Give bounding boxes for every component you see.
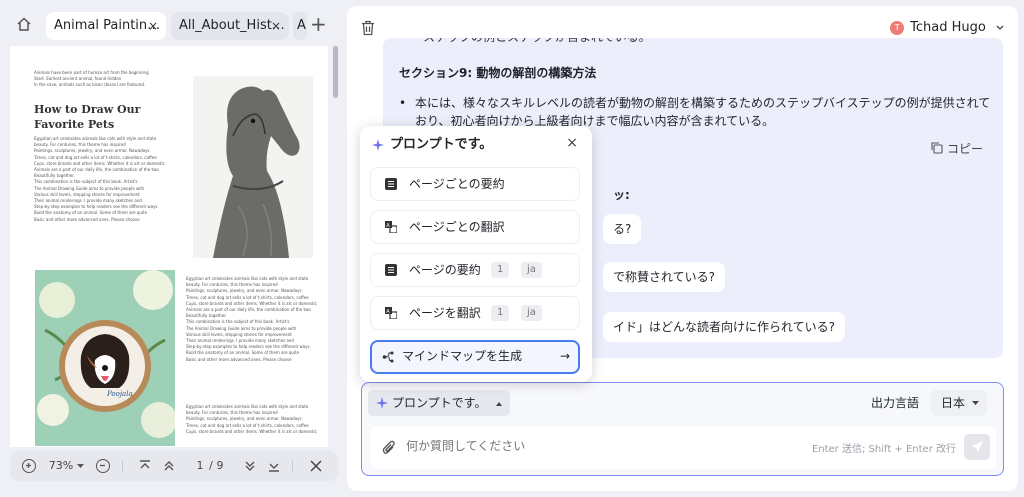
trash-icon[interactable] — [361, 20, 375, 36]
paragraph-1: Egyptian art celebrates animals like cat… — [34, 136, 165, 222]
question-input-row: Enter 送信; Shift + Enter 改行 — [370, 426, 996, 469]
translate-per-page-item[interactable]: A ページごとの翻訳 — [370, 210, 580, 244]
message-text-cut: ステップの例とステップが含まれている。 — [423, 38, 651, 46]
tab-label: Animal Paintin… — [54, 18, 161, 33]
copy-button[interactable]: コピー — [931, 140, 983, 158]
next-page-icon[interactable] — [243, 459, 257, 473]
tab-bar: Animal Paintin… × All_About_Hist… × A + — [0, 0, 340, 46]
question-input[interactable] — [406, 432, 806, 460]
prompt-popup: プロンプトです。 × ページごとの要約 A ページごとの翻訳 ページの要約 1 … — [360, 126, 592, 382]
previous-page-icon[interactable] — [162, 459, 176, 473]
popup-close-icon[interactable]: × — [566, 135, 578, 151]
tab-close-icon[interactable]: × — [271, 12, 281, 40]
translate-icon: A — [385, 307, 397, 319]
home-icon[interactable] — [16, 16, 32, 32]
zoom-out-icon[interactable] — [96, 459, 110, 473]
item-label: ページごとの要約 — [409, 177, 505, 191]
item-label: ページを翻訳 — [409, 306, 481, 320]
dog-sketch-image — [193, 76, 313, 258]
suggested-question[interactable]: る? — [603, 214, 642, 244]
embroidery-text: Poojala — [106, 390, 133, 398]
send-button[interactable] — [964, 434, 990, 460]
page-number-chip[interactable]: 1 — [491, 262, 510, 278]
intro-text: Animals have been part of human art from… — [34, 70, 149, 88]
svg-text:A: A — [386, 223, 390, 229]
tab-all-about-history[interactable]: All_About_Hist… × — [171, 12, 289, 40]
item-label: ページの要約 — [409, 263, 481, 277]
tab-label: All_About_Hist… — [179, 18, 285, 33]
tab-label: A — [297, 18, 306, 33]
paragraph-2: Egyptian art celebrates animals like cat… — [186, 276, 317, 362]
chat-input-area: プロンプトです。 出力言語 日本 Enter 送信; Shift + Enter… — [361, 382, 1004, 476]
tab-close-icon[interactable]: × — [148, 12, 158, 40]
vertical-scrollbar[interactable] — [333, 46, 338, 98]
summarize-page-item[interactable]: ページの要約 1 ja — [370, 253, 580, 287]
output-language-label: 出力言語 — [870, 396, 919, 410]
language-value: 日本 — [940, 396, 965, 410]
sparkle-icon — [372, 139, 384, 151]
translate-icon: A — [385, 221, 397, 233]
mindmap-icon — [382, 351, 394, 363]
paperclip-icon[interactable] — [382, 440, 396, 456]
embroidery-dog-image: Poojala — [35, 270, 177, 446]
translate-page-item[interactable]: A ページを翻訳 1 ja — [370, 296, 580, 330]
chevron-down-icon — [996, 25, 1004, 30]
pdf-viewer-panel: Animal Paintin… × All_About_Hist… × A + … — [0, 0, 340, 497]
prompt-button-label: プロンプトです。 — [392, 396, 487, 410]
user-menu[interactable]: T Tchad Hugo — [890, 18, 1004, 38]
page-total: 9 — [216, 459, 224, 472]
pdf-toolbar: 73% 1 / 9 — [10, 451, 338, 481]
copy-icon — [931, 142, 943, 154]
tab-animal-painting[interactable]: Animal Paintin… × — [46, 12, 166, 40]
summarize-per-page-item[interactable]: ページごとの要約 — [370, 167, 580, 201]
bullet-icon: • — [399, 96, 407, 110]
language-chip[interactable]: ja — [521, 262, 542, 278]
zoom-level[interactable]: 73% — [46, 451, 76, 481]
zoom-in-icon[interactable] — [22, 459, 36, 473]
send-hint: Enter 送信; Shift + Enter 改行 — [811, 444, 956, 455]
dropdown-icon — [972, 401, 979, 405]
arrow-right-icon: → — [559, 349, 570, 363]
toolbar-divider — [122, 460, 123, 472]
close-toolbar-icon[interactable] — [310, 460, 322, 472]
send-icon — [971, 441, 983, 453]
suggested-question[interactable]: で称賛されている? — [603, 262, 726, 292]
page-number-chip[interactable]: 1 — [491, 305, 510, 321]
item-label: ページごとの翻訳 — [409, 220, 505, 234]
caret-up-icon — [496, 402, 503, 406]
page-title: How to Draw Our Favorite Pets — [34, 103, 141, 131]
sparkle-icon — [376, 397, 388, 409]
avatar: T — [890, 20, 905, 35]
user-name: Tchad Hugo — [910, 20, 986, 35]
zoom-dropdown-icon[interactable] — [77, 464, 84, 469]
prompt-button[interactable]: プロンプトです。 — [368, 390, 511, 416]
section-heading: セクション9: 動物の解剖の構築方法 — [399, 66, 597, 80]
toolbar-divider — [292, 460, 293, 472]
language-select[interactable]: 日本 — [930, 390, 987, 416]
last-page-icon[interactable] — [267, 459, 281, 473]
language-chip[interactable]: ja — [521, 305, 542, 321]
pdf-page: Animals have been part of human art from… — [10, 46, 328, 447]
paragraph-3: Egyptian art celebrates animals like cat… — [186, 404, 317, 434]
message-bullet-text: 本には、様々なスキルレベルの読者が動物の解剖を構築するためのステップバイステップ… — [415, 96, 991, 128]
item-label: マインドマップを生成 — [402, 349, 523, 363]
generate-mindmap-item[interactable]: マインドマップを生成 → — [370, 340, 580, 374]
suggested-questions-label: ッ: — [613, 188, 630, 202]
svg-text:A: A — [386, 309, 390, 315]
add-tab-icon[interactable]: + — [310, 14, 327, 34]
suggested-question[interactable]: イド」はどんな読者向けに作られている? — [603, 312, 846, 342]
tab-overflow[interactable]: A — [293, 12, 307, 40]
copy-label: コピー — [947, 142, 984, 156]
first-page-icon[interactable] — [138, 459, 152, 473]
list-icon — [385, 178, 397, 190]
list-icon — [385, 264, 397, 276]
popup-title: プロンプトです。 — [390, 137, 493, 152]
